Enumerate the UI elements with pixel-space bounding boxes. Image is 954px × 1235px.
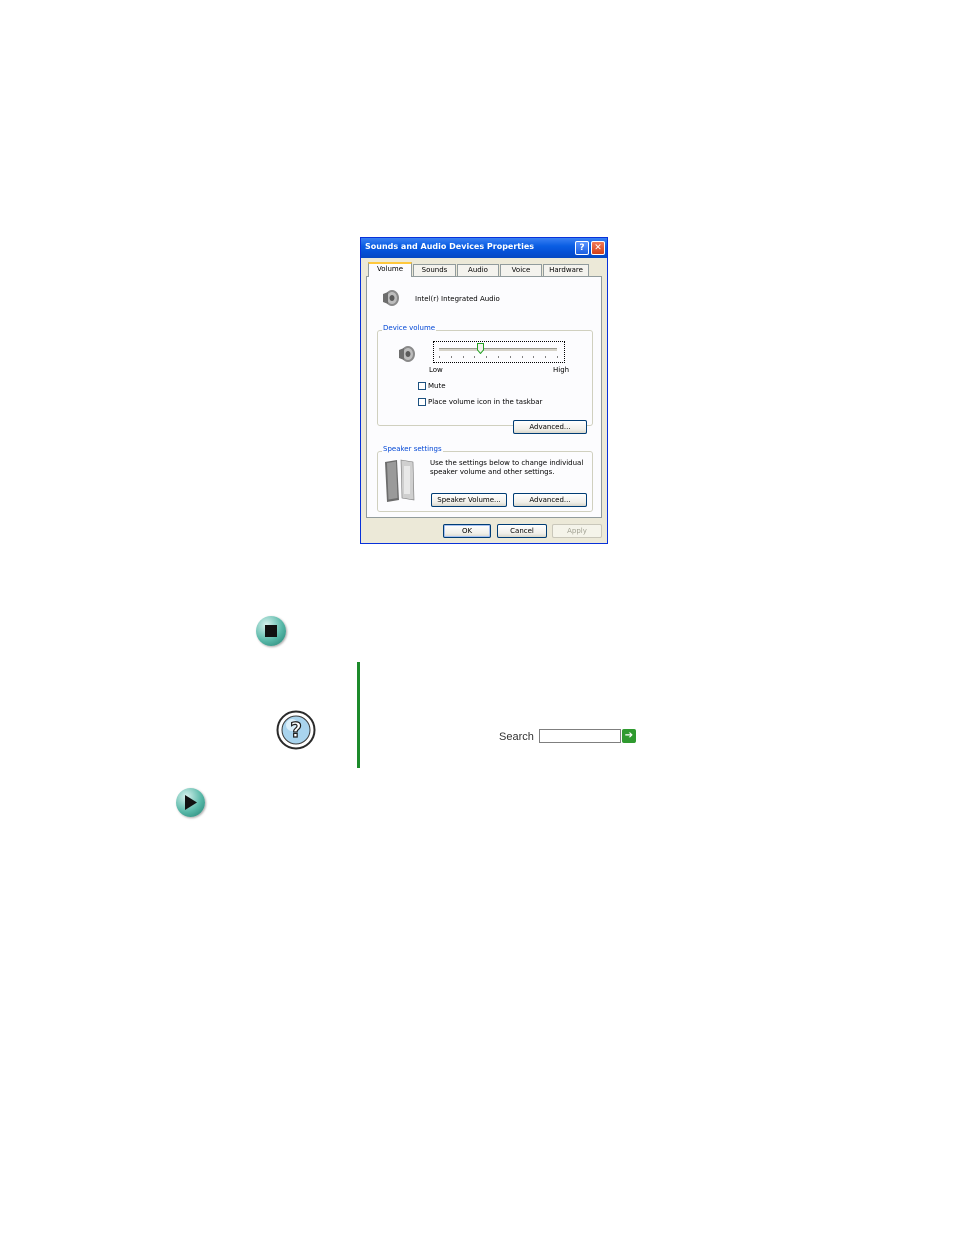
- device-name: Intel(r) Integrated Audio: [415, 295, 500, 303]
- play-arrow-shape: [185, 795, 197, 810]
- slider-tick: [522, 356, 523, 358]
- speaker-volume-button[interactable]: Speaker Volume...: [431, 493, 507, 507]
- mute-label[interactable]: Mute: [428, 382, 446, 390]
- ok-button[interactable]: OK: [443, 524, 491, 538]
- volume-tab-panel: Intel(r) Integrated Audio Device volume …: [366, 276, 602, 518]
- mute-checkbox[interactable]: [418, 382, 426, 390]
- help-icon-glyph: ?: [290, 718, 302, 742]
- tab-voice[interactable]: Voice: [500, 264, 542, 276]
- sound-audio-properties-dialog: Sounds and Audio Devices Properties ? ✕ …: [360, 237, 608, 544]
- slider-tick: [451, 356, 452, 358]
- stop-square: [265, 625, 277, 637]
- slider-tick: [510, 356, 511, 358]
- note-accent-bar: [357, 662, 360, 768]
- speaker-description-line2: speaker volume and other settings.: [430, 468, 555, 476]
- dialog-title: Sounds and Audio Devices Properties: [365, 242, 535, 251]
- speaker-description-line1: Use the settings below to change individ…: [430, 459, 584, 467]
- slider-high-label: High: [553, 366, 570, 374]
- search-label: Search: [499, 731, 534, 743]
- slider-thumb[interactable]: [477, 343, 485, 354]
- stop-icon: [256, 616, 286, 646]
- help-icon: ?: [276, 710, 316, 750]
- slider-track: [439, 348, 557, 351]
- tab-sounds[interactable]: Sounds: [413, 264, 456, 276]
- slider-tick: [463, 356, 464, 358]
- tab-audio[interactable]: Audio: [457, 264, 499, 276]
- dialog-titlebar[interactable]: Sounds and Audio Devices Properties ? ✕: [361, 238, 607, 258]
- close-title-button[interactable]: ✕: [591, 241, 605, 255]
- desktop-speakers-icon: [385, 459, 415, 502]
- taskbar-icon-checkbox[interactable]: [418, 398, 426, 406]
- search-input[interactable]: [539, 729, 621, 743]
- cancel-button[interactable]: Cancel: [497, 524, 547, 538]
- slider-tick: [474, 356, 475, 358]
- slider-tick: [533, 356, 534, 358]
- device-volume-slider[interactable]: [433, 341, 565, 363]
- tab-hardware[interactable]: Hardware: [543, 264, 589, 276]
- slider-tick: [486, 356, 487, 358]
- slider-tick: [545, 356, 546, 358]
- tab-volume[interactable]: Volume: [368, 262, 412, 277]
- play-arrow-icon: [176, 788, 205, 817]
- help-title-button[interactable]: ?: [575, 241, 589, 255]
- slider-tick: [557, 356, 558, 358]
- speaker-advanced-button[interactable]: Advanced...: [513, 493, 587, 507]
- device-volume-group-title: Device volume: [382, 324, 437, 332]
- slider-tick: [498, 356, 499, 358]
- device-advanced-button[interactable]: Advanced...: [513, 420, 587, 434]
- search-go-button[interactable]: ➔: [622, 729, 636, 743]
- speaker-settings-group-title: Speaker settings: [382, 445, 443, 453]
- speaker-icon: [383, 290, 399, 306]
- speaker-icon: [399, 346, 415, 362]
- taskbar-icon-label[interactable]: Place volume icon in the taskbar: [428, 398, 542, 406]
- slider-tick: [439, 356, 440, 358]
- slider-low-label: Low: [429, 366, 443, 374]
- apply-button[interactable]: Apply: [552, 524, 602, 538]
